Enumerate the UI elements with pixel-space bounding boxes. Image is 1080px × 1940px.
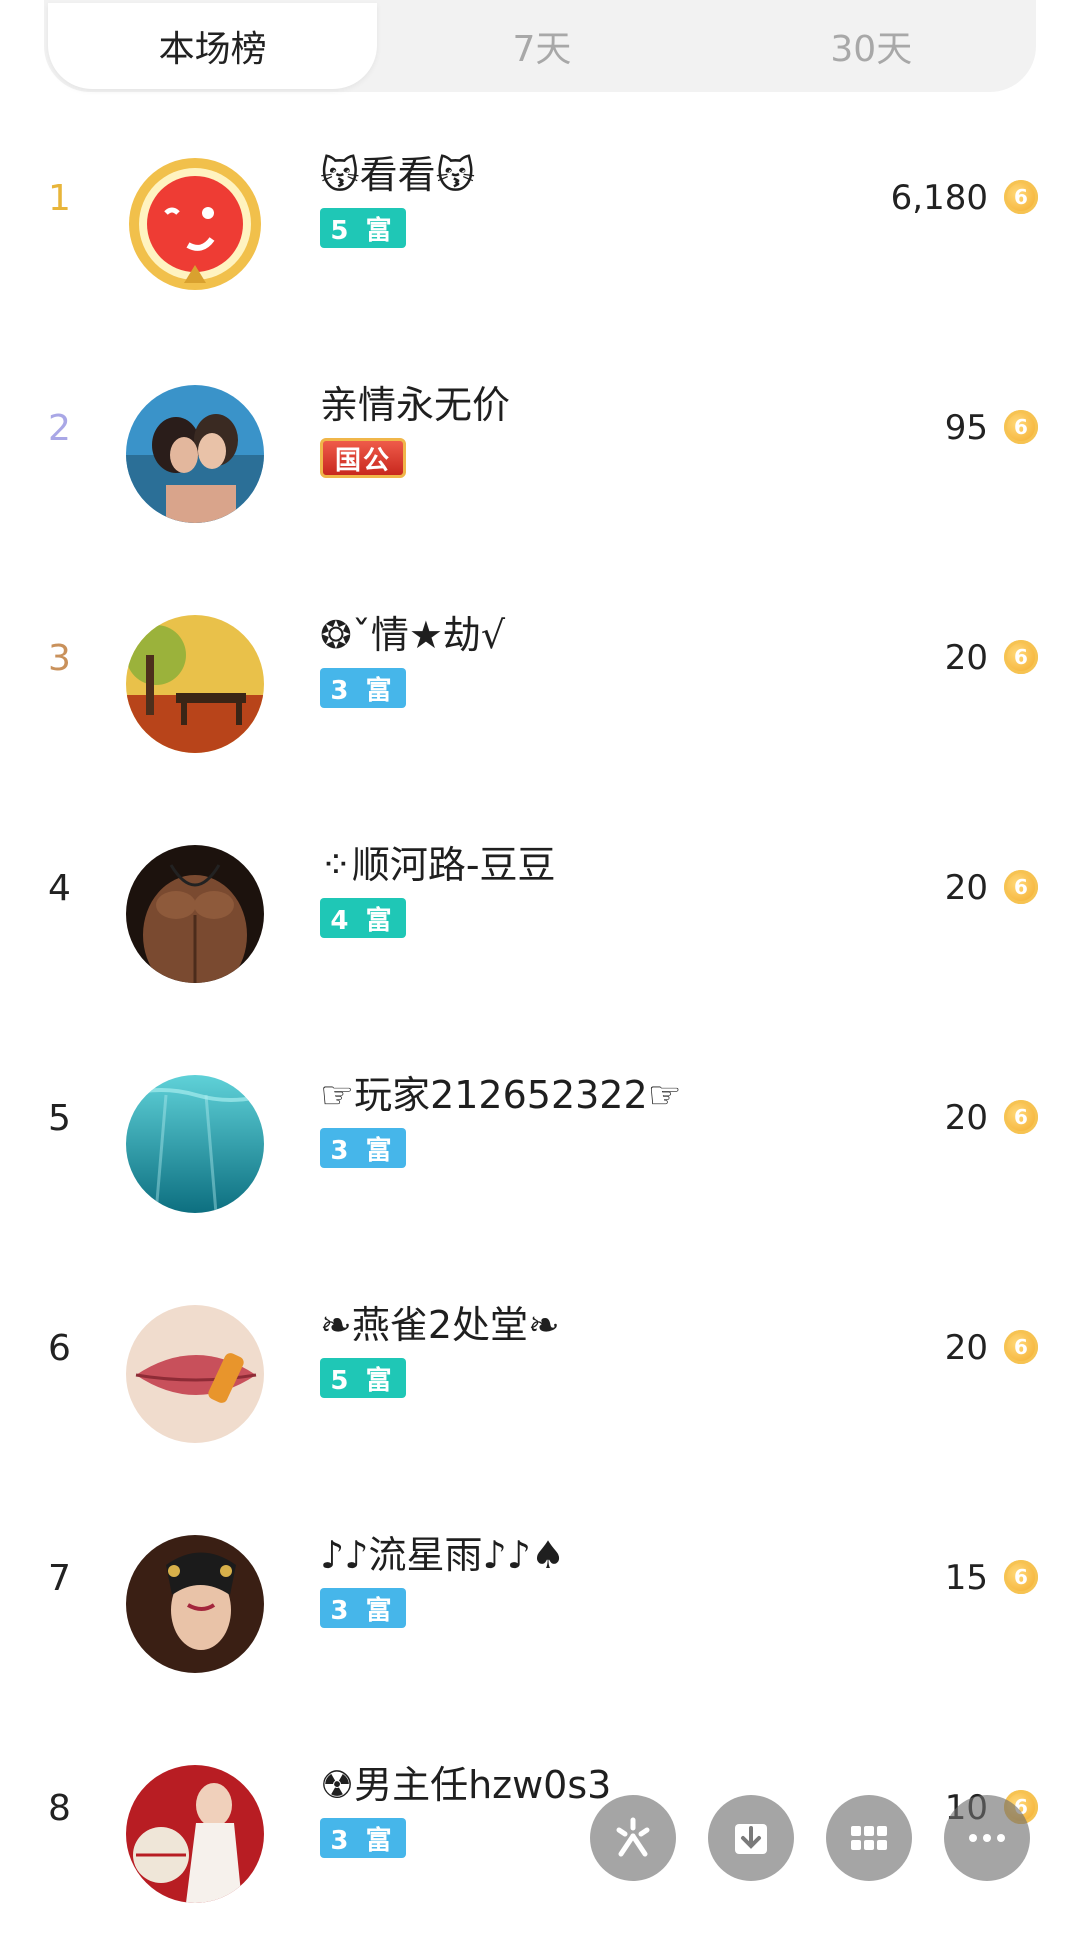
avatar[interactable]	[126, 1305, 264, 1443]
coin-icon: 6	[1004, 1100, 1038, 1134]
rank-number: 4	[48, 868, 71, 909]
wealth-level-badge: 3 富	[320, 1588, 406, 1628]
contribution-score: 20	[944, 638, 988, 678]
user-name[interactable]: 😽看看😽	[320, 144, 475, 199]
wealth-level-badge: 5 富	[320, 208, 406, 248]
coin-icon: 6	[1004, 640, 1038, 674]
ranking-row[interactable]: 1 😽看看😽 5 富 6,180 6	[0, 100, 1080, 330]
user-name[interactable]: ❧燕雀2处堂❧	[320, 1294, 560, 1349]
user-name[interactable]: ⁘顺河路-豆豆	[320, 834, 556, 889]
more-button[interactable]	[944, 1795, 1030, 1881]
user-name[interactable]: ☢男主任hzw0s3	[320, 1754, 611, 1809]
coin-icon: 6	[1004, 870, 1038, 904]
ranking-list: 1 😽看看😽 5 富 6,180 6 2 亲情永无价 国公 95 6 3 ❂ˇ情…	[0, 100, 1080, 1940]
wealth-level-badge: 3 富	[320, 668, 406, 708]
noble-title-badge: 国公	[320, 438, 406, 478]
avatar[interactable]	[126, 155, 264, 293]
tab-this-session[interactable]: 本场榜	[48, 3, 378, 89]
tab-30-days[interactable]: 30天	[707, 3, 1036, 89]
coin-icon: 6	[1004, 410, 1038, 444]
ranking-row[interactable]: 7 ♪♪流星雨♪♪♠ 3 富 15 6	[0, 1480, 1080, 1710]
contribution-score: 20	[944, 1328, 988, 1368]
coin-icon: 6	[1004, 1330, 1038, 1364]
sparkle-button[interactable]	[590, 1795, 676, 1881]
range-tabs: 本场榜 7天 30天	[44, 0, 1036, 92]
more-icon	[969, 1834, 1005, 1842]
contribution-score: 20	[944, 868, 988, 908]
avatar[interactable]	[126, 615, 264, 753]
ranking-row[interactable]: 3 ❂ˇ情★劫√ 3 富 20 6	[0, 560, 1080, 790]
contribution-score: 6,180	[890, 178, 988, 218]
ranking-row[interactable]: 5 ☞玩家212652322☞ 3 富 20 6	[0, 1020, 1080, 1250]
user-name[interactable]: ♪♪流星雨♪♪♠	[320, 1524, 565, 1579]
rank-number: 6	[48, 1328, 71, 1369]
wealth-level-badge: 5 富	[320, 1358, 406, 1398]
user-name[interactable]: ❂ˇ情★劫√	[320, 604, 505, 659]
rank-number: 5	[48, 1098, 71, 1139]
user-name[interactable]: 亲情永无价	[320, 374, 510, 429]
coin-icon: 6	[1004, 1560, 1038, 1594]
sparkle-icon	[616, 1817, 650, 1857]
wealth-level-badge: 4 富	[320, 898, 406, 938]
avatar[interactable]	[126, 1535, 264, 1673]
rank-number: 3	[48, 638, 71, 679]
contribution-score: 95	[944, 408, 988, 448]
ranking-row[interactable]: 6 ❧燕雀2处堂❧ 5 富 20 6	[0, 1250, 1080, 1480]
rank-number: 1	[48, 178, 71, 219]
avatar[interactable]	[126, 845, 264, 983]
rank-number: 7	[48, 1558, 71, 1599]
grid-button[interactable]	[826, 1795, 912, 1881]
grid-icon	[851, 1826, 887, 1850]
contribution-score: 20	[944, 1098, 988, 1138]
ranking-row[interactable]: 2 亲情永无价 国公 95 6	[0, 330, 1080, 560]
tab-7-days[interactable]: 7天	[377, 3, 706, 89]
floating-toolbar	[590, 1795, 1030, 1885]
rank-number: 2	[48, 408, 71, 449]
coin-icon: 6	[1004, 180, 1038, 214]
wealth-level-badge: 3 富	[320, 1128, 406, 1168]
ranking-row[interactable]: 4 ⁘顺河路-豆豆 4 富 20 6	[0, 790, 1080, 1020]
rank-number: 8	[48, 1788, 71, 1829]
avatar[interactable]	[126, 1765, 264, 1903]
avatar[interactable]	[126, 1075, 264, 1213]
download-icon	[735, 1824, 767, 1854]
user-name[interactable]: ☞玩家212652322☞	[320, 1064, 682, 1119]
avatar[interactable]	[126, 385, 264, 523]
wealth-level-badge: 3 富	[320, 1818, 406, 1858]
download-button[interactable]	[708, 1795, 794, 1881]
contribution-score: 15	[944, 1558, 988, 1598]
